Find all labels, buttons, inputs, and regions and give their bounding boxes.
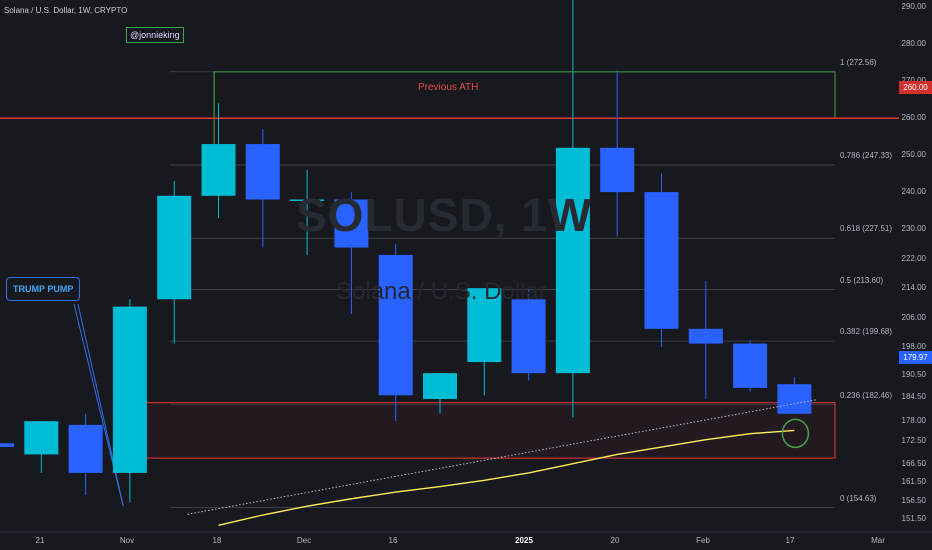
price-tick-label: 214.00 (901, 283, 926, 293)
time-tick-label: 18 (212, 536, 222, 545)
candle-body-16 (688, 328, 723, 344)
price-tick-label: 198.00 (901, 342, 926, 352)
previous-ath-label: Previous ATH (418, 82, 479, 93)
candle-body-6 (245, 144, 280, 200)
fib-label-0.236: 0.236 (182.46) (840, 390, 893, 400)
price-tick-label: 240.00 (901, 187, 926, 197)
price-tick-label: 156.50 (901, 495, 926, 505)
time-tick-label: 17 (785, 536, 795, 545)
candle-body-4 (157, 195, 192, 300)
fib-label-0.786: 0.786 (247.33) (840, 151, 893, 161)
price-tick-label: 280.00 (901, 39, 926, 49)
candle-body-10 (423, 373, 457, 399)
time-tick-label: Nov (119, 536, 135, 545)
time-tick-label: Mar (871, 536, 885, 545)
price-tick-label: 290.00 (901, 2, 926, 12)
candle-body-12 (511, 299, 546, 374)
chart-root: Solana / U.S. Dollar, 1W, CRYPTO SOLUSD,… (0, 0, 932, 550)
ath-price-tag: 260.00 (899, 81, 932, 94)
fib-label-0.382: 0.382 (199.68) (840, 327, 893, 337)
price-tick-label: 206.00 (901, 312, 926, 322)
fib-label-0.5: 0.5 (213.60) (840, 275, 884, 285)
price-tick-label: 222.00 (901, 253, 926, 263)
candle-body-14 (600, 147, 635, 193)
support-zone (124, 402, 836, 459)
time-tick-label: 2025 (515, 536, 533, 545)
candle-body-18 (777, 384, 812, 414)
candle-body-3 (112, 306, 147, 473)
price-tick-label: 250.00 (901, 150, 926, 160)
candle-body-9 (378, 254, 413, 396)
candle-body-17 (733, 343, 768, 388)
time-tick-label: Feb (696, 536, 710, 545)
time-tick-label: 21 (35, 536, 45, 545)
price-tick-label: 172.50 (901, 436, 926, 446)
candle-body-15 (644, 192, 679, 329)
price-tick-label: 230.00 (901, 224, 926, 234)
price-tick-label: 184.50 (901, 392, 926, 402)
watermark-symbol: SOLUSD, 1W (296, 189, 593, 241)
price-tick-label: 161.50 (901, 477, 926, 487)
candle-body-1 (24, 421, 59, 455)
candle-body-0 (0, 443, 14, 448)
time-tick-label: 20 (610, 536, 620, 545)
author-tag: @jonnieking (126, 27, 184, 43)
price-tick-label: 166.50 (901, 458, 926, 468)
trump-pump-callout[interactable]: TRUMP PUMP (6, 277, 81, 301)
price-tick-label: 260.00 (901, 113, 926, 123)
price-tick-label: 190.50 (901, 369, 926, 379)
fib-label-0.618: 0.618 (227.51) (840, 224, 893, 234)
price-tick-label: 151.50 (901, 514, 926, 524)
symbol-header: Solana / U.S. Dollar, 1W, CRYPTO (4, 6, 128, 15)
current-price-tag: 179.97 (899, 351, 932, 364)
fib-label-0: 0 (154.63) (840, 493, 877, 503)
candle-body-13 (555, 147, 590, 374)
price-tick-label: 178.00 (901, 416, 926, 426)
candle-body-5 (201, 144, 236, 196)
candle-body-2 (68, 424, 103, 473)
time-tick-label: Dec (296, 536, 312, 545)
time-tick-label: 16 (388, 536, 398, 545)
fib-label-1: 1 (272.56) (840, 57, 877, 67)
watermark-name: Solana / U.S. Dollar (336, 278, 547, 305)
